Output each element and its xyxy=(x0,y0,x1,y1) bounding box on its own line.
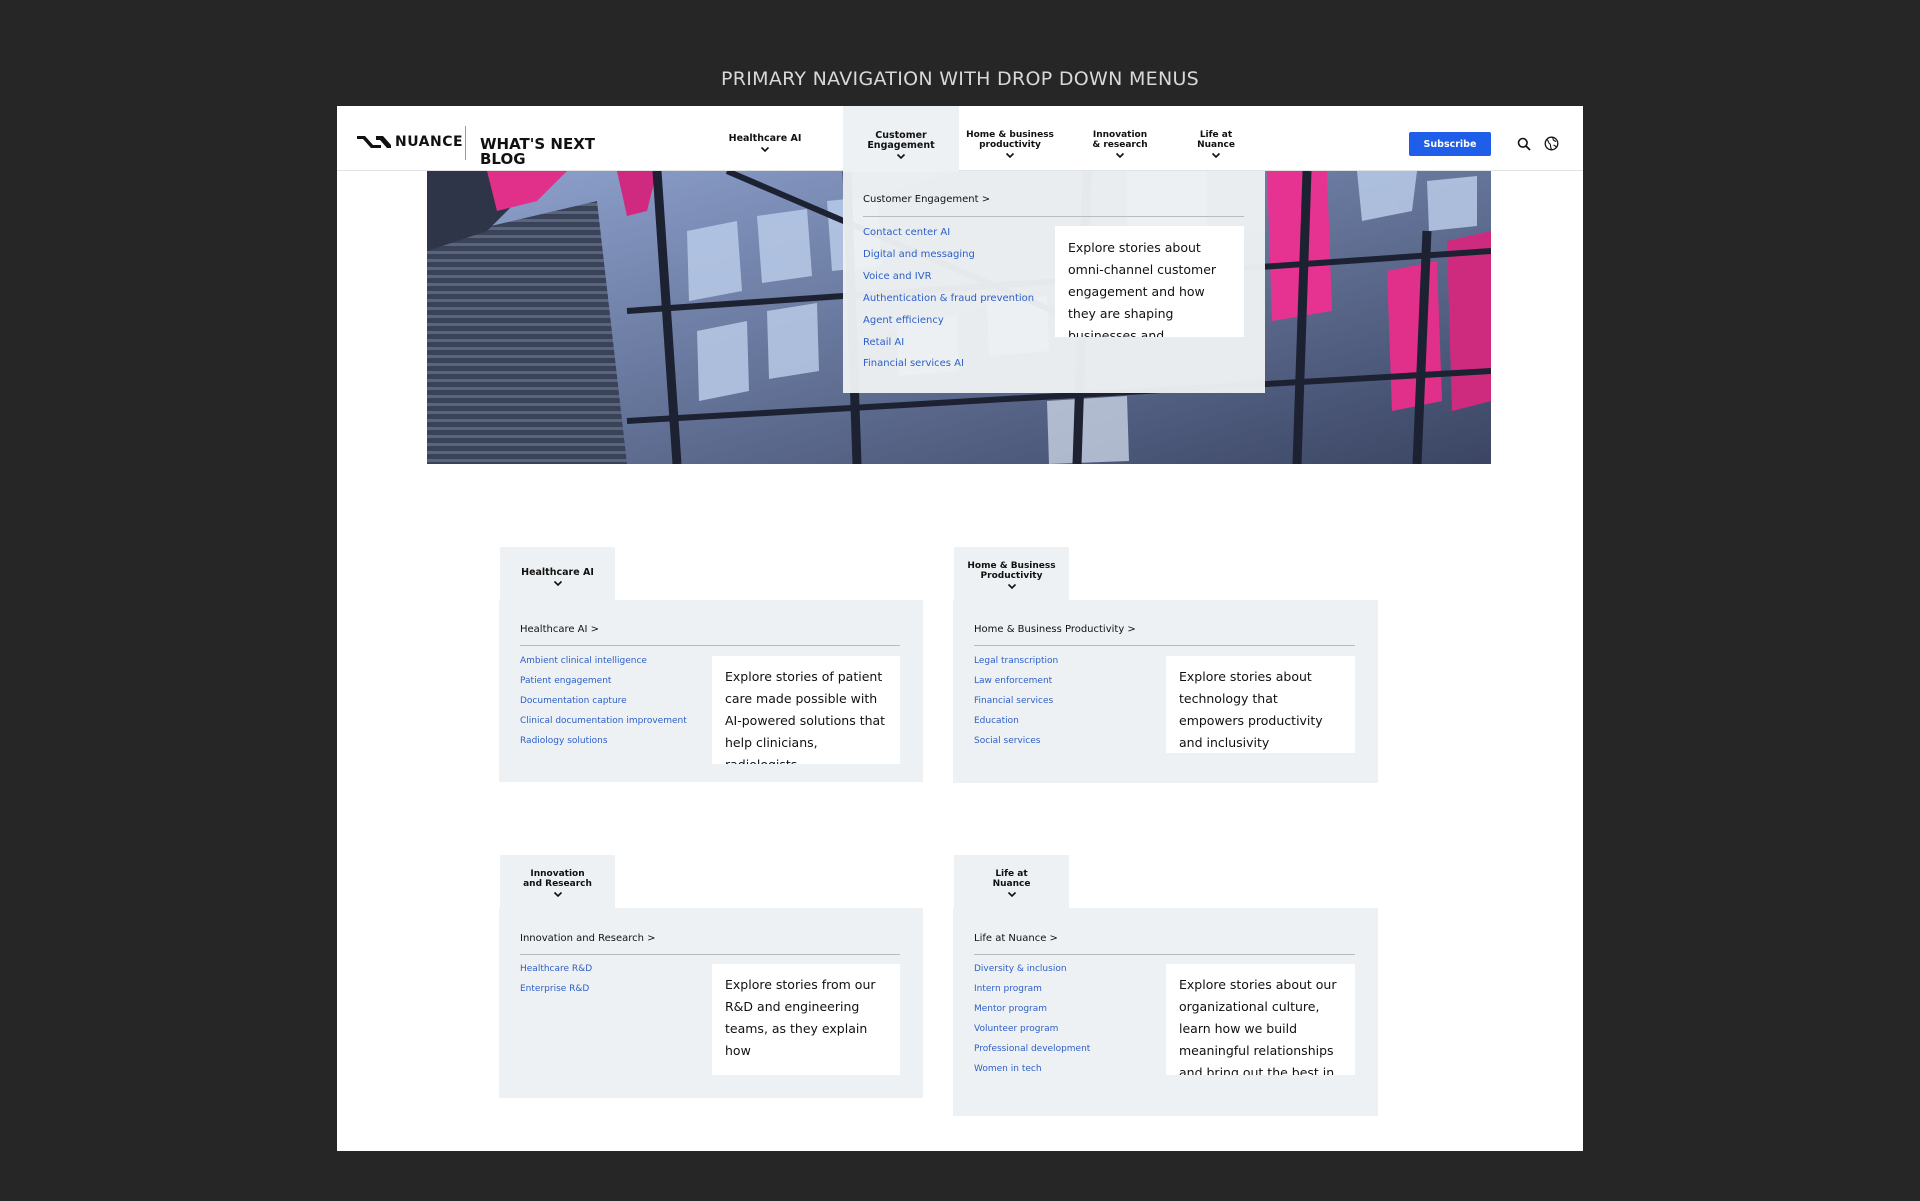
nav-label: Innovation & research xyxy=(1092,130,1148,150)
dropdown-link[interactable]: Authentication & fraud prevention xyxy=(863,293,1034,304)
panel-link[interactable]: Volunteer program xyxy=(974,1024,1058,1034)
nav-innovation-research[interactable]: Innovation & research xyxy=(1087,106,1153,171)
chevron-down-icon xyxy=(1115,152,1125,159)
nuance-logo-icon xyxy=(357,136,391,148)
panel-link[interactable]: Financial services xyxy=(974,696,1053,706)
panel-link[interactable]: Ambient clinical intelligence xyxy=(520,656,647,666)
tab-innovation-research[interactable]: Innovation and Research xyxy=(500,855,615,909)
panel-link[interactable]: Clinical documentation improvement xyxy=(520,716,687,726)
panel-description: Explore stories about our organizational… xyxy=(1179,977,1337,1075)
nav-healthcare-ai[interactable]: Healthcare AI xyxy=(724,106,806,171)
chevron-down-icon xyxy=(553,891,562,898)
browser-frame: NUANCE WHAT'S NEXT BLOG Healthcare AI Cu… xyxy=(337,106,1583,1151)
nav-life-at-nuance[interactable]: Life at Nuance xyxy=(1191,106,1241,171)
tab-home-business-productivity[interactable]: Home & Business Productivity xyxy=(954,547,1069,601)
innovation-research-panel: Innovation and Research > Healthcare R&D… xyxy=(499,908,923,1098)
panel-link[interactable]: Radiology solutions xyxy=(520,736,608,746)
customer-engagement-dropdown: Customer Engagement > Contact center AI … xyxy=(843,171,1265,393)
panel-description-card: Explore stories from our R&D and enginee… xyxy=(712,964,900,1075)
panel-link[interactable]: Enterprise R&D xyxy=(520,984,589,994)
tab-label: Innovation and Research xyxy=(523,869,592,889)
panel-heading-link[interactable]: Healthcare AI > xyxy=(520,624,599,635)
dropdown-heading-link[interactable]: Customer Engagement > xyxy=(863,194,990,205)
blog-title[interactable]: WHAT'S NEXT BLOG xyxy=(480,137,600,167)
panel-heading-link[interactable]: Home & Business Productivity > xyxy=(974,624,1136,635)
dropdown-divider xyxy=(863,216,1244,217)
panel-description: Explore stories from our R&D and enginee… xyxy=(725,977,876,1058)
panel-link[interactable]: Diversity & inclusion xyxy=(974,964,1067,974)
tab-label: Life at Nuance xyxy=(992,869,1031,889)
chevron-down-icon xyxy=(896,153,906,160)
nav-label: Home & business productivity xyxy=(966,130,1054,150)
chevron-down-icon xyxy=(1007,583,1016,590)
nav-label: Healthcare AI xyxy=(728,133,802,144)
tab-life-at-nuance[interactable]: Life at Nuance xyxy=(954,855,1069,909)
panel-description: Explore stories about technology that em… xyxy=(1179,669,1323,750)
panel-link[interactable]: Mentor program xyxy=(974,1004,1047,1014)
panel-description-card: Explore stories about our organizational… xyxy=(1166,964,1355,1075)
dropdown-link[interactable]: Financial services AI xyxy=(863,358,964,369)
logo-text: NUANCE xyxy=(395,134,464,150)
home-business-productivity-panel: Home & Business Productivity > Legal tra… xyxy=(953,600,1378,783)
panel-link[interactable]: Patient engagement xyxy=(520,676,611,686)
search-icon[interactable] xyxy=(1517,137,1531,151)
tab-label: Healthcare AI xyxy=(521,567,594,578)
dropdown-link[interactable]: Voice and IVR xyxy=(863,271,932,282)
panel-link[interactable]: Social services xyxy=(974,736,1040,746)
chevron-down-icon xyxy=(553,580,562,587)
panel-description: Explore stories of patient care made pos… xyxy=(725,669,886,764)
panel-divider xyxy=(974,645,1355,646)
panel-divider xyxy=(974,954,1355,955)
dropdown-link[interactable]: Agent efficiency xyxy=(863,315,944,326)
panel-link[interactable]: Law enforcement xyxy=(974,676,1052,686)
nav-label: Life at Nuance xyxy=(1197,130,1235,150)
panel-description-card: Explore stories of patient care made pos… xyxy=(712,656,900,764)
dropdown-link[interactable]: Retail AI xyxy=(863,337,904,348)
tab-healthcare-ai[interactable]: Healthcare AI xyxy=(500,547,615,601)
panel-link[interactable]: Intern program xyxy=(974,984,1042,994)
dropdown-link[interactable]: Digital and messaging xyxy=(863,249,975,260)
panel-link[interactable]: Legal transcription xyxy=(974,656,1058,666)
page-caption: PRIMARY NAVIGATION WITH DROP DOWN MENUS xyxy=(720,68,1200,90)
nav-label: Customer Engagement xyxy=(867,130,935,151)
panel-heading-link[interactable]: Life at Nuance > xyxy=(974,933,1058,944)
panel-link[interactable]: Documentation capture xyxy=(520,696,627,706)
nuance-logo[interactable]: NUANCE xyxy=(356,132,463,152)
globe-icon[interactable] xyxy=(1544,136,1559,151)
panel-description-card: Explore stories about technology that em… xyxy=(1166,656,1355,753)
nav-customer-engagement[interactable]: Customer Engagement xyxy=(843,106,959,172)
healthcare-ai-panel: Healthcare AI > Ambient clinical intelli… xyxy=(499,600,923,782)
panel-divider xyxy=(520,954,900,955)
panel-link[interactable]: Healthcare R&D xyxy=(520,964,592,974)
site-header: NUANCE WHAT'S NEXT BLOG Healthcare AI Cu… xyxy=(337,106,1583,172)
subscribe-button[interactable]: Subscribe xyxy=(1409,132,1491,156)
panel-link[interactable]: Education xyxy=(974,716,1019,726)
chevron-down-icon xyxy=(1007,891,1016,898)
panel-divider xyxy=(520,645,900,646)
dropdown-link[interactable]: Contact center AI xyxy=(863,227,950,238)
panel-link[interactable]: Professional development xyxy=(974,1044,1090,1054)
chevron-down-icon xyxy=(760,146,770,153)
chevron-down-icon xyxy=(1211,152,1221,159)
tab-label: Home & Business Productivity xyxy=(967,561,1056,581)
dropdown-description-card: Explore stories about omni-channel custo… xyxy=(1055,226,1244,337)
nav-home-business-productivity[interactable]: Home & business productivity xyxy=(965,106,1055,171)
life-at-nuance-panel: Life at Nuance > Diversity & inclusion I… xyxy=(953,908,1378,1116)
panel-heading-link[interactable]: Innovation and Research > xyxy=(520,933,656,944)
logo-divider xyxy=(465,126,466,160)
panel-link[interactable]: Women in tech xyxy=(974,1064,1042,1074)
chevron-down-icon xyxy=(1005,152,1015,159)
dropdown-description: Explore stories about omni-channel custo… xyxy=(1068,240,1217,337)
